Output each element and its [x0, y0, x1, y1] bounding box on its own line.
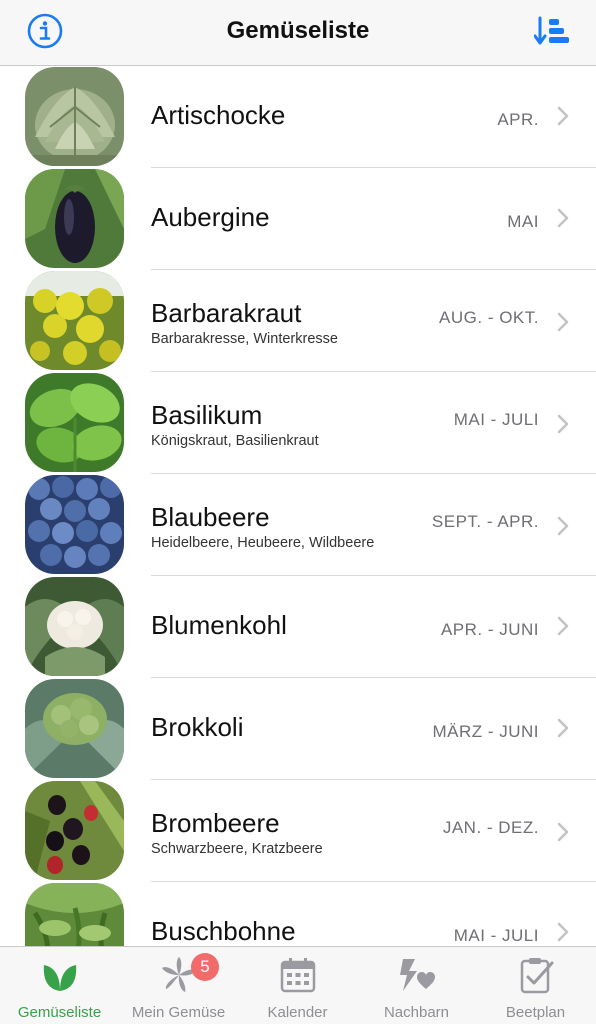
list-item[interactable]: Artischocke APR. — [0, 66, 596, 168]
list-item[interactable]: Basilikum Königskraut, Basilienkraut MAI… — [0, 372, 596, 474]
basil-photo — [25, 373, 124, 472]
tab-label: Beetplan — [505, 1004, 566, 1021]
blueberry-photo — [25, 475, 124, 574]
cauliflower-photo — [25, 577, 124, 676]
barbarakraut-photo — [25, 271, 124, 370]
vegetable-name: Buschbohne — [151, 916, 296, 946]
chevron-right-icon — [557, 616, 569, 636]
season-range: AUG. - OKT. — [439, 308, 539, 327]
bush-bean-photo — [25, 883, 124, 946]
season-range: JAN. - DEZ. — [442, 818, 539, 837]
sort-list-icon — [533, 16, 569, 45]
vegetable-name: Blaubeere — [151, 502, 270, 532]
chevron-right-icon — [557, 414, 569, 434]
clipboard-check-icon — [520, 958, 553, 994]
tab-beetplan[interactable]: Beetplan — [476, 947, 595, 1024]
season-range: MÄRZ - JUNI — [432, 722, 539, 741]
season-range: MAI - JULI — [453, 410, 539, 429]
vegetable-name: Artischocke — [151, 100, 286, 130]
chevron-right-icon — [557, 822, 569, 842]
calendar-icon — [280, 958, 315, 993]
tab-gemueseliste[interactable]: Gemüseliste — [0, 947, 119, 1024]
tab-label: Mein Gemüse — [131, 1004, 226, 1021]
season-range: MAI - JULI — [453, 926, 539, 945]
list-item[interactable]: Brombeere Schwarzbeere, Kratzbeere JAN. … — [0, 780, 596, 882]
list-item[interactable]: Buschbohne MAI - JULI — [0, 882, 596, 946]
vegetable-list[interactable]: Artischocke APR. Aubergine MAI Barbarakr… — [0, 66, 596, 946]
season-range: SEPT. - APR. — [431, 512, 539, 531]
season-range: MAI — [507, 212, 539, 231]
list-item[interactable]: Barbarakraut Barbarakresse, Winterkresse… — [0, 270, 596, 372]
vegetable-name: Brokkoli — [151, 712, 244, 742]
navigation-bar: Gemüseliste — [0, 0, 596, 66]
tab-nachbarn[interactable]: Nachbarn — [357, 947, 476, 1024]
chevron-right-icon — [557, 922, 569, 942]
chevron-right-icon — [557, 516, 569, 536]
vegetable-name: Aubergine — [151, 202, 270, 232]
vegetable-name: Basilikum — [151, 400, 263, 430]
sprout-icon — [43, 965, 76, 991]
chevron-right-icon — [557, 106, 569, 126]
chevron-right-icon — [557, 208, 569, 228]
sort-button[interactable] — [533, 14, 570, 48]
vegetable-name: Brombeere — [151, 808, 280, 838]
tab-label: Kalender — [267, 1004, 328, 1021]
list-item[interactable]: Blaubeere Heidelbeere, Heubeere, Wildbee… — [0, 474, 596, 576]
vegetable-name: Barbarakraut — [151, 298, 302, 328]
neighbors-icon — [399, 959, 435, 991]
season-range: APR. — [497, 110, 539, 129]
eggplant-photo — [25, 169, 124, 268]
notification-badge: 5 — [191, 953, 219, 981]
list-item[interactable]: Brokkoli MÄRZ - JUNI — [0, 678, 596, 780]
tab-label: Gemüseliste — [17, 1004, 102, 1021]
vegetable-synonyms: Schwarzbeere, Kratzbeere — [151, 841, 323, 857]
blackberry-photo — [25, 781, 124, 880]
chevron-right-icon — [557, 312, 569, 332]
artichoke-photo — [25, 67, 124, 166]
page-title: Gemüseliste — [226, 17, 370, 44]
tab-kalender[interactable]: Kalender — [238, 947, 357, 1024]
vegetable-synonyms: Heidelbeere, Heubeere, Wildbeere — [151, 535, 375, 551]
tab-label: Nachbarn — [383, 1004, 450, 1021]
tab-bar: Gemüseliste 5 Mein Gemüse Kalender Nachb… — [0, 946, 596, 1024]
vegetable-synonyms: Barbarakresse, Winterkresse — [151, 331, 338, 347]
vegetable-name: Blumenkohl — [151, 610, 287, 640]
list-item[interactable]: Blumenkohl APR. - JUNI — [0, 576, 596, 678]
season-range: APR. - JUNI — [440, 620, 539, 639]
tab-mein-gemuese[interactable]: 5 Mein Gemüse — [119, 947, 238, 1024]
list-item[interactable]: Aubergine MAI — [0, 168, 596, 270]
vegetable-synonyms: Königskraut, Basilienkraut — [151, 433, 319, 449]
broccoli-photo — [25, 679, 124, 778]
chevron-right-icon — [557, 718, 569, 738]
